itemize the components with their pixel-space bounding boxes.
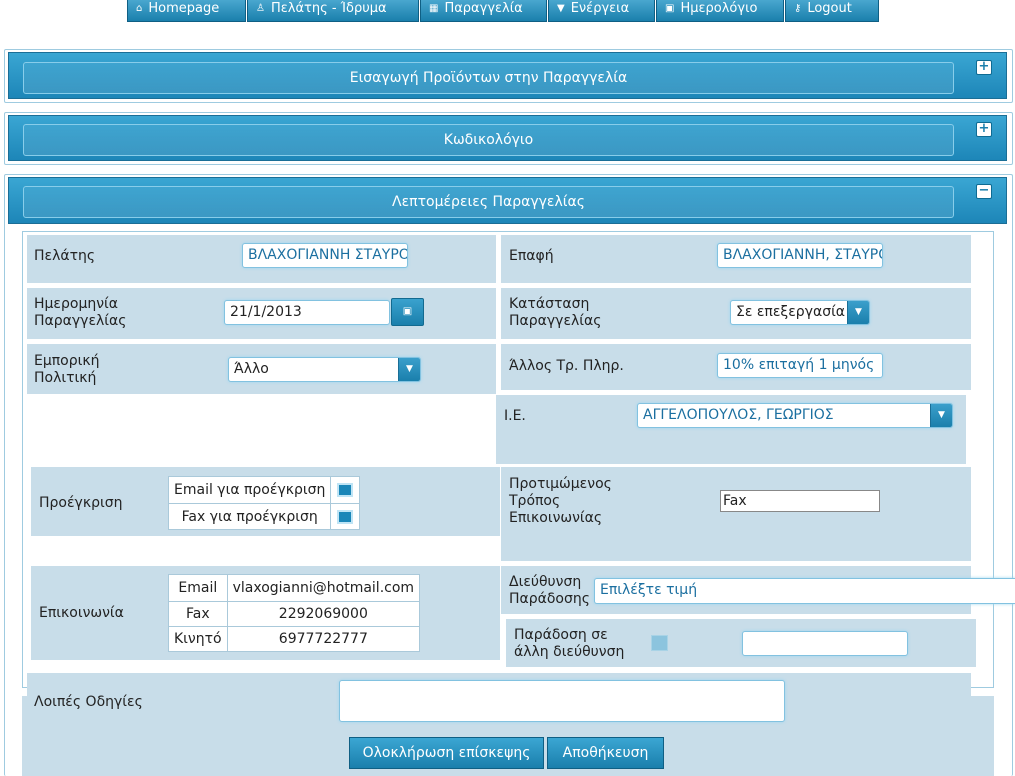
preapproval-table: Email για προέγκριση Fax για προέγκριση bbox=[167, 476, 361, 530]
grid-icon: ▦ bbox=[429, 3, 439, 14]
nav-order-button[interactable]: ▦ Παραγγελία bbox=[420, 0, 547, 22]
nav-calendar-button[interactable]: ▣ Ημερολόγιο bbox=[656, 0, 784, 22]
commercial-policy-label-line: Εμπορική bbox=[34, 353, 100, 369]
table-row: Fax για προέγκριση bbox=[167, 503, 361, 530]
table-row: Κινητό 6977722777 bbox=[168, 626, 421, 652]
order-date-label: Ημερομηνία Παραγγελίας bbox=[34, 296, 126, 330]
calendar-icon: ▣ bbox=[665, 3, 675, 14]
communication-key: Fax bbox=[168, 601, 228, 627]
commercial-policy-label-line: Πολιτική bbox=[34, 370, 97, 386]
commercial-policy-select[interactable]: Άλλο ▼ bbox=[228, 357, 421, 382]
other-instructions-textarea[interactable] bbox=[339, 680, 785, 722]
nav-label: Πελάτης - Ίδρυμα bbox=[270, 1, 387, 16]
nav-action-button[interactable]: ▼ Ενέργεια bbox=[548, 0, 655, 22]
nav-label: Παραγγελία bbox=[444, 1, 523, 16]
order-date-field[interactable]: 21/1/2013 bbox=[224, 300, 390, 325]
communication-key: Κινητό bbox=[168, 626, 228, 652]
ie-label: Ι.Ε. bbox=[504, 408, 526, 424]
nav-customer-button[interactable]: ♙ Πελάτης - Ίδρυμα bbox=[247, 0, 419, 22]
other-address-label-line: Παράδοση σε bbox=[514, 627, 608, 643]
preapproval-email-label: Email για προέγκριση bbox=[167, 476, 332, 504]
details-panel-title[interactable]: Λεπτομέρειες Παραγγελίας bbox=[23, 186, 954, 218]
caret-down-icon: ▼ bbox=[557, 3, 565, 14]
table-row: Fax 2292069000 bbox=[168, 601, 421, 627]
communication-table: Email vlaxogianni@hotmail.com Fax 229206… bbox=[168, 574, 421, 652]
nav-homepage-button[interactable]: ⌂ Homepage bbox=[127, 0, 246, 22]
preferred-contact-label: Προτιμώμενος Τρόπος Επικοινωνίας bbox=[509, 476, 612, 527]
other-address-label-line: άλλη διεύθυνση bbox=[514, 644, 625, 660]
other-payment-field[interactable]: 10% επιταγή 1 μηνός bbox=[717, 353, 883, 378]
table-row: Email για προέγκριση bbox=[167, 476, 361, 504]
calendar-button[interactable]: ▣ bbox=[391, 298, 424, 326]
commercial-policy-label: Εμπορική Πολιτική bbox=[34, 353, 100, 387]
nav-label: Ημερολόγιο bbox=[680, 1, 758, 16]
user-icon: ♙ bbox=[256, 3, 265, 14]
preapproval-fax-checkbox-cell bbox=[330, 503, 361, 530]
collapse-icon[interactable]: − bbox=[976, 184, 992, 199]
communication-value: vlaxogianni@hotmail.com bbox=[226, 574, 421, 602]
delivery-address-label-line: Διεύθυνση bbox=[509, 574, 582, 590]
nav-label: Logout bbox=[807, 1, 852, 16]
other-address-label: Παράδοση σε άλλη διεύθυνση bbox=[514, 627, 624, 661]
order-date-label-line: Ημερομηνία bbox=[34, 296, 119, 312]
table-row: Email vlaxogianni@hotmail.com bbox=[168, 574, 421, 602]
communication-value: 6977722777 bbox=[226, 626, 421, 652]
ie-select[interactable]: ΑΓΓΕΛΟΠΟΥΛΟΣ, ΓΕΩΡΓΙΟΣ ▼ bbox=[637, 403, 953, 428]
chevron-down-icon[interactable]: ▼ bbox=[930, 404, 952, 427]
customer-field[interactable]: ΒΛΑΧΟΓΙΑΝΝΗ ΣΤΑΥΡΟΥΛΑ bbox=[242, 243, 408, 268]
order-status-label: Κατάσταση Παραγγελίας bbox=[509, 296, 601, 330]
order-status-value: Σε επεξεργασία bbox=[736, 304, 846, 320]
other-address-field[interactable] bbox=[742, 631, 908, 656]
preferred-contact-field[interactable]: Fax bbox=[720, 490, 880, 512]
contact-field[interactable]: ΒΛΑΧΟΓΙΑΝΝΗ, ΣΤΑΥΡΟΥΛΑ bbox=[717, 243, 883, 268]
products-panel-title[interactable]: Εισαγωγή Προϊόντων στην Παραγγελία bbox=[23, 62, 954, 94]
ie-value: ΑΓΓΕΛΟΠΟΥΛΟΣ, ΓΕΩΡΓΙΟΣ bbox=[643, 407, 834, 423]
communication-key: Email bbox=[168, 574, 228, 602]
expand-icon[interactable]: + bbox=[976, 60, 992, 75]
preapproval-fax-label: Fax για προέγκριση bbox=[167, 503, 332, 530]
communication-value: 2292069000 bbox=[226, 601, 421, 627]
nav-label: Ενέργεια bbox=[570, 1, 630, 16]
preferred-contact-label-line: Επικοινωνίας bbox=[509, 510, 603, 526]
delivery-address-select[interactable]: Επιλέξτε τιμή bbox=[594, 578, 1015, 604]
calendar-icon: ▣ bbox=[402, 306, 413, 317]
preapproval-email-checkbox[interactable] bbox=[337, 483, 354, 497]
delivery-address-label-line: Παράδοσης bbox=[509, 591, 590, 607]
nav-logout-button[interactable]: ⚷ Logout bbox=[785, 0, 879, 22]
order-status-select[interactable]: Σε επεξεργασία ▼ bbox=[730, 300, 870, 325]
other-address-checkbox[interactable] bbox=[651, 635, 668, 651]
preapproval-fax-checkbox[interactable] bbox=[337, 509, 354, 524]
communication-label: Επικοινωνία bbox=[39, 605, 124, 621]
preapproval-email-checkbox-cell bbox=[330, 476, 361, 504]
order-status-label-line: Κατάσταση bbox=[509, 296, 590, 312]
key-icon: ⚷ bbox=[794, 3, 802, 14]
nav-label: Homepage bbox=[148, 1, 220, 16]
chevron-down-icon[interactable]: ▼ bbox=[847, 301, 869, 324]
other-payment-label: Άλλος Τρ. Πληρ. bbox=[509, 358, 624, 374]
chevron-down-icon[interactable]: ▼ bbox=[398, 358, 420, 381]
preferred-contact-label-line: Τρόπος bbox=[509, 493, 561, 509]
preapproval-label: Προέγκριση bbox=[39, 495, 123, 511]
expand-icon[interactable]: + bbox=[976, 122, 992, 137]
complete-visit-button[interactable]: Ολοκλήρωση επίσκεψης bbox=[349, 737, 544, 769]
order-date-label-line: Παραγγελίας bbox=[34, 313, 127, 329]
preferred-contact-label-line: Προτιμώμενος bbox=[509, 476, 612, 492]
home-icon: ⌂ bbox=[136, 3, 143, 14]
codebook-panel-title[interactable]: Κωδικολόγιο bbox=[23, 124, 954, 156]
contact-label: Επαφή bbox=[509, 248, 554, 264]
order-status-label-line: Παραγγελίας bbox=[509, 313, 602, 329]
commercial-policy-value: Άλλο bbox=[234, 361, 269, 377]
other-instructions-label: Λοιπές Οδηγίες bbox=[34, 694, 143, 710]
customer-label: Πελάτης bbox=[34, 248, 96, 264]
delivery-address-label: Διεύθυνση Παράδοσης bbox=[509, 574, 590, 608]
save-button[interactable]: Αποθήκευση bbox=[547, 737, 664, 769]
